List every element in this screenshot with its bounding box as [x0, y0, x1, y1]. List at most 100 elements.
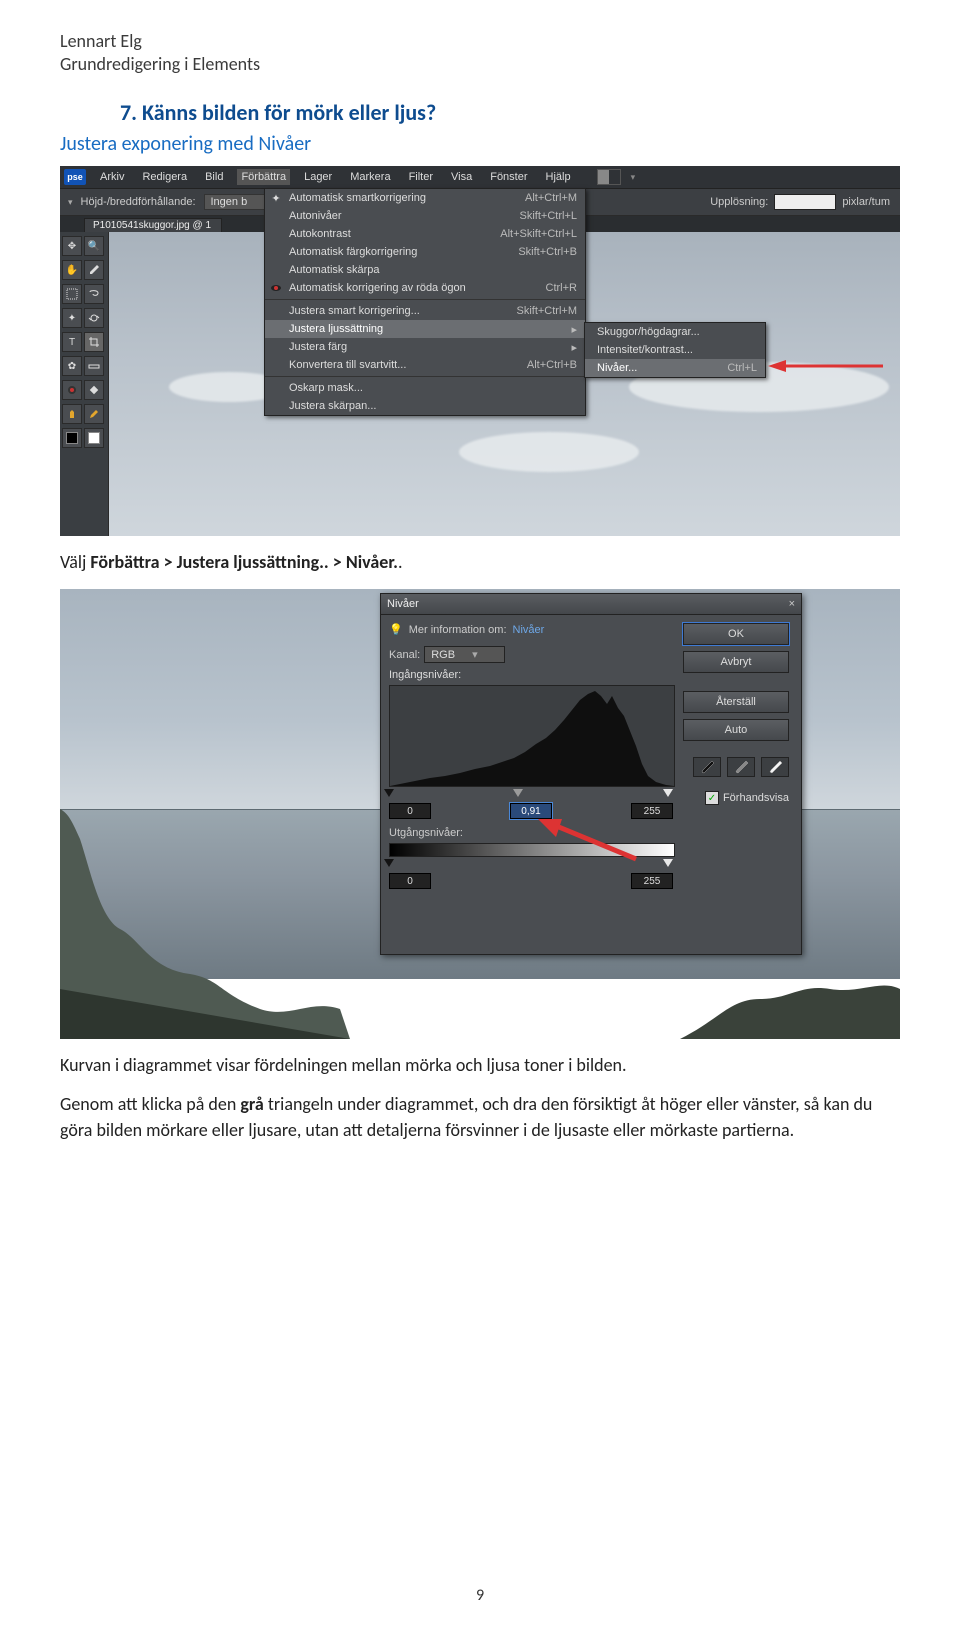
pse-menubar[interactable]: pse Arkiv Redigera Bild Förbättra Lager …	[60, 166, 900, 189]
submenu-levels[interactable]: Nivåer... Ctrl+L	[585, 359, 765, 377]
instruction-line: Välj Förbättra > Justera ljussättning.. …	[60, 550, 900, 575]
px-per-label: pixlar/tum	[842, 196, 890, 208]
submenu-arrow-icon: ▸	[571, 323, 577, 336]
pencil-tool-icon[interactable]	[84, 404, 104, 424]
close-icon[interactable]: ×	[789, 598, 795, 610]
black-point-slider[interactable]	[384, 789, 394, 797]
submenu-brightness-contrast[interactable]: Intensitet/kontrast...	[585, 341, 765, 359]
input-sliders[interactable]	[389, 789, 673, 799]
screenshot-menu: pse Arkiv Redigera Bild Förbättra Lager …	[60, 166, 900, 536]
sparkle-icon: ✦	[269, 191, 283, 205]
eyedropper-tool-icon[interactable]	[84, 260, 104, 280]
menu-markera[interactable]: Markera	[346, 169, 394, 185]
channel-label: Kanal:	[389, 649, 420, 661]
menu-arkiv[interactable]: Arkiv	[96, 169, 128, 185]
doc-header: Lennart Elg Grundredigering i Elements	[60, 30, 900, 75]
dialog-info-row: 💡 Mer information om: Nivåer	[389, 623, 675, 636]
healing-tool-icon[interactable]	[84, 380, 104, 400]
quickselect-tool-icon[interactable]	[84, 308, 104, 328]
dialog-titlebar[interactable]: Nivåer ×	[381, 594, 801, 615]
type-tool-icon[interactable]: T	[62, 332, 82, 352]
layout-toggle-icon[interactable]	[597, 169, 621, 185]
layout-toggle-arrow-icon[interactable]: ▾	[631, 172, 636, 183]
ratio-label: Höjd-/breddförhållande:	[81, 196, 196, 208]
auto-button[interactable]: Auto	[683, 719, 789, 741]
adjust-lighting-submenu: Skuggor/högdagrar... Intensitet/kontrast…	[584, 322, 766, 378]
menu-visa[interactable]: Visa	[447, 169, 476, 185]
optionbar-chevron-icon[interactable]: ▾	[68, 197, 73, 208]
redeye-icon	[269, 281, 283, 295]
menu-forbattra[interactable]: Förbättra	[237, 169, 290, 185]
menu-fonster[interactable]: Fönster	[486, 169, 531, 185]
straighten-tool-icon[interactable]	[84, 356, 104, 376]
input-black-field[interactable]: 0	[389, 803, 431, 819]
submenu-shadows-highlights[interactable]: Skuggor/högdagrar...	[585, 323, 765, 341]
menu-redigera[interactable]: Redigera	[138, 169, 191, 185]
menu-autocontrast[interactable]: Autokontrast Alt+Skift+Ctrl+L	[265, 225, 585, 243]
cookie-tool-icon[interactable]: ✿	[62, 356, 82, 376]
menu-unsharp-mask[interactable]: Oskarp mask...	[265, 379, 585, 397]
menu-auto-redeye[interactable]: Automatisk korrigering av röda ögon Ctrl…	[265, 279, 585, 300]
reset-button[interactable]: Återställ	[683, 691, 789, 713]
info-label: Mer information om:	[409, 624, 507, 636]
eyedropper-black-icon[interactable]	[693, 757, 721, 777]
output-black-field[interactable]: 0	[389, 873, 431, 889]
eyedropper-white-icon[interactable]	[761, 757, 789, 777]
lasso-tool-icon[interactable]	[84, 284, 104, 304]
photo-rocks-left	[60, 809, 350, 1039]
ok-button[interactable]: OK	[683, 623, 789, 645]
hand-tool-icon[interactable]: ✋	[62, 260, 82, 280]
menu-adjust-sharpness[interactable]: Justera skärpan...	[265, 397, 585, 415]
menu-adjust-color[interactable]: Justera färg ▸	[265, 338, 585, 356]
menu-autocolor[interactable]: Automatisk färgkorrigering Skift+Ctrl+B	[265, 243, 585, 261]
body-para-2: Genom att klicka på den grå triangeln un…	[60, 1092, 900, 1142]
eyedropper-gray-icon[interactable]	[727, 757, 755, 777]
crop-tool-icon[interactable]	[84, 332, 104, 352]
clone-tool-icon[interactable]	[62, 404, 82, 424]
move-tool-icon[interactable]: ✥	[62, 236, 82, 256]
menu-convert-bw[interactable]: Konvertera till svartvitt... Alt+Ctrl+B	[265, 356, 585, 377]
screenshot-levels: Nivåer × 💡 Mer information om: Nivåer Ka…	[60, 589, 900, 1039]
annotation-arrow-icon	[536, 815, 646, 865]
menu-filter[interactable]: Filter	[405, 169, 437, 185]
white-point-slider[interactable]	[663, 789, 673, 797]
output-white-slider[interactable]	[663, 859, 673, 867]
bg-color-swatch[interactable]	[84, 428, 104, 448]
menu-autolevels[interactable]: Autonivåer Skift+Ctrl+L	[265, 207, 585, 225]
menu-autosharpen[interactable]: Automatisk skärpa	[265, 261, 585, 279]
redeye-tool-icon[interactable]	[62, 380, 82, 400]
annotation-arrow-icon	[768, 356, 888, 376]
preview-label: Förhandsvisa	[723, 792, 789, 804]
input-levels-label: Ingångsnivåer:	[389, 669, 675, 681]
preview-checkbox[interactable]: ✓	[705, 791, 719, 805]
menu-adjust-lighting[interactable]: Justera ljussättning ▸	[265, 320, 585, 338]
pse-toolbar: ✥ 🔍 ✋ ✦	[60, 232, 109, 536]
menu-bild[interactable]: Bild	[201, 169, 227, 185]
marquee-tool-icon[interactable]	[62, 284, 82, 304]
output-black-slider[interactable]	[384, 859, 394, 867]
forbattra-dropdown: ✦ Automatisk smartkorrigering Alt+Ctrl+M…	[264, 188, 586, 416]
info-link[interactable]: Nivåer	[513, 624, 545, 636]
zoom-tool-icon[interactable]: 🔍	[84, 236, 104, 256]
preview-row[interactable]: ✓ Förhandsvisa	[683, 791, 789, 805]
section-title: 7. Känns bilden för mörk eller ljus?	[120, 99, 900, 126]
fg-color-swatch[interactable]	[62, 428, 82, 448]
output-white-field[interactable]: 255	[631, 873, 673, 889]
menu-hjalp[interactable]: Hjälp	[542, 169, 575, 185]
cancel-button[interactable]: Avbryt	[683, 651, 789, 673]
section-subheading: Justera exponering med Nivåer	[60, 132, 900, 156]
chevron-down-icon: ▾	[472, 649, 478, 661]
menu-lager[interactable]: Lager	[300, 169, 336, 185]
channel-dropdown[interactable]: RGB ▾	[424, 646, 504, 663]
page: Lennart Elg Grundredigering i Elements 7…	[0, 0, 960, 1625]
dialog-title: Nivåer	[387, 598, 419, 610]
pse-logo-icon: pse	[64, 169, 86, 185]
resolution-input[interactable]	[774, 194, 836, 210]
resolution-label: Upplösning:	[710, 196, 768, 208]
menu-auto-smartcorrection[interactable]: ✦ Automatisk smartkorrigering Alt+Ctrl+M	[265, 189, 585, 207]
doc-subtitle: Grundredigering i Elements	[60, 53, 900, 76]
wand-tool-icon[interactable]: ✦	[62, 308, 82, 328]
file-tab[interactable]: P1010541skuggor.jpg @ 1	[84, 218, 222, 232]
gray-point-slider[interactable]	[513, 789, 523, 797]
menu-adjust-smart[interactable]: Justera smart korrigering... Skift+Ctrl+…	[265, 302, 585, 320]
